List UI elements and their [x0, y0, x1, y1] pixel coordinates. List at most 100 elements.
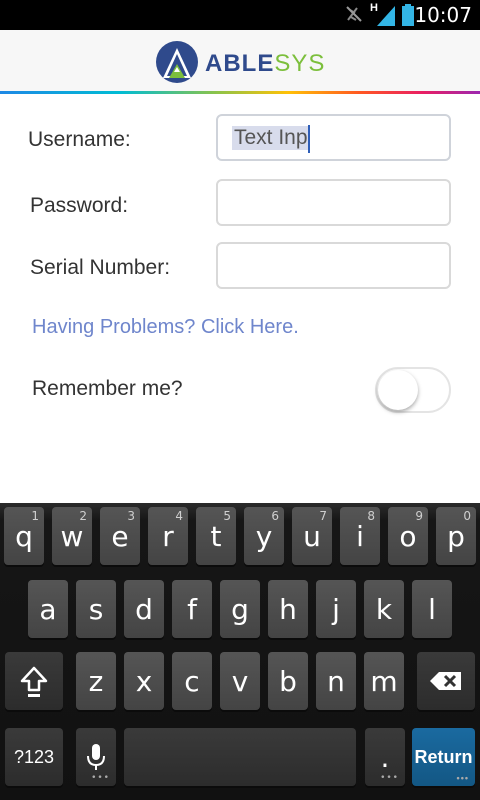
key-u-hint: 7: [319, 509, 327, 523]
key-u[interactable]: u7: [292, 507, 332, 565]
key-j[interactable]: j: [316, 580, 356, 638]
period-key-label: .: [380, 740, 390, 774]
microphone-icon: [87, 744, 105, 770]
key-s-label: s: [88, 592, 104, 626]
key-g-label: g: [231, 592, 249, 626]
key-f-label: f: [187, 592, 197, 626]
key-o-label: o: [399, 519, 417, 553]
key-u-label: u: [303, 519, 321, 553]
logo-mark-icon: [156, 41, 198, 83]
key-d-label: d: [135, 592, 153, 626]
app-header: ABLESYS: [0, 30, 480, 92]
key-e[interactable]: e3: [100, 507, 140, 565]
soft-keyboard: q1w2e3r4t5y6u7i8o9p0 asdfghjkl zxcvbnm ?…: [0, 503, 480, 800]
key-z-label: z: [88, 664, 104, 698]
key-c[interactable]: c: [172, 652, 212, 710]
key-p-hint: 0: [463, 509, 471, 523]
header-divider: [0, 91, 480, 94]
backspace-icon: [430, 672, 461, 690]
key-y-hint: 6: [271, 509, 279, 523]
key-p-label: p: [447, 519, 465, 553]
password-label: Password:: [30, 194, 129, 217]
username-label: Username:: [28, 128, 131, 151]
key-n-label: n: [327, 664, 345, 698]
key-k-label: k: [375, 592, 393, 626]
key-r[interactable]: r4: [148, 507, 188, 565]
period-options-dots: •••: [380, 773, 399, 783]
key-x[interactable]: x: [124, 652, 164, 710]
key-w-hint: 2: [79, 509, 87, 523]
space-key[interactable]: [124, 728, 356, 786]
more-options-dots: •••: [91, 773, 110, 783]
mute-icon: [344, 4, 364, 29]
key-b-label: b: [279, 664, 297, 698]
key-i-label: i: [356, 519, 364, 553]
key-a[interactable]: a: [28, 580, 68, 638]
key-p[interactable]: p0: [436, 507, 476, 565]
key-d[interactable]: d: [124, 580, 164, 638]
password-input[interactable]: [216, 179, 451, 226]
status-bar: H 10:07: [0, 0, 480, 30]
key-h[interactable]: h: [268, 580, 308, 638]
key-i[interactable]: i8: [340, 507, 380, 565]
key-j-label: j: [332, 592, 340, 626]
key-n[interactable]: n: [316, 652, 356, 710]
return-key[interactable]: Return •••: [412, 728, 475, 786]
voice-input-key[interactable]: •••: [76, 728, 116, 786]
key-b[interactable]: b: [268, 652, 308, 710]
key-t[interactable]: t5: [196, 507, 236, 565]
symbols-key[interactable]: ?123: [5, 728, 63, 786]
key-z[interactable]: z: [76, 652, 116, 710]
ablesys-logo: ABLESYS: [155, 39, 325, 85]
key-i-hint: 8: [367, 509, 375, 523]
key-c-label: c: [184, 664, 200, 698]
toggle-knob[interactable]: [378, 370, 418, 410]
username-input[interactable]: Text Inp: [216, 114, 451, 161]
key-l[interactable]: l: [412, 580, 452, 638]
key-o-hint: 9: [415, 509, 423, 523]
key-v-label: v: [231, 664, 249, 698]
remember-me-label: Remember me?: [32, 377, 183, 400]
key-t-hint: 5: [223, 509, 231, 523]
key-g[interactable]: g: [220, 580, 260, 638]
serial-number-label: Serial Number:: [30, 256, 171, 279]
return-options-dots: •••: [456, 773, 469, 783]
key-e-hint: 3: [127, 509, 135, 523]
key-l-label: l: [428, 592, 436, 626]
remember-me-toggle[interactable]: [375, 367, 451, 413]
key-h-label: h: [279, 592, 297, 626]
key-s[interactable]: s: [76, 580, 116, 638]
key-m-label: m: [370, 664, 398, 698]
key-a-label: a: [39, 592, 57, 626]
key-m[interactable]: m: [364, 652, 404, 710]
key-x-label: x: [135, 664, 153, 698]
period-key[interactable]: . •••: [365, 728, 405, 786]
logo-text-able: ABLE: [205, 50, 275, 77]
serial-number-input[interactable]: [216, 242, 451, 289]
key-o[interactable]: o9: [388, 507, 428, 565]
shift-key[interactable]: [5, 652, 63, 710]
logo-text: ABLESYS: [205, 50, 325, 78]
return-key-label: Return: [414, 746, 473, 767]
key-r-label: r: [162, 519, 174, 553]
key-y[interactable]: y6: [244, 507, 284, 565]
shift-icon: [20, 666, 48, 697]
key-y-label: y: [255, 519, 273, 553]
backspace-key[interactable]: [417, 652, 475, 710]
key-q-hint: 1: [31, 509, 39, 523]
signal-icon: [375, 4, 395, 31]
key-w-label: w: [60, 519, 84, 553]
help-link[interactable]: Having Problems? Click Here.: [32, 316, 299, 339]
key-f[interactable]: f: [172, 580, 212, 638]
battery-icon: [402, 4, 414, 31]
key-q[interactable]: q1: [4, 507, 44, 565]
symbols-key-label: ?123: [13, 746, 55, 767]
key-v[interactable]: v: [220, 652, 260, 710]
key-e-label: e: [111, 519, 129, 553]
username-value: Text Inp: [232, 126, 310, 150]
key-w[interactable]: w2: [52, 507, 92, 565]
clock: 10:07: [414, 3, 472, 27]
key-q-label: q: [15, 519, 33, 553]
text-caret: [308, 125, 310, 153]
key-k[interactable]: k: [364, 580, 404, 638]
